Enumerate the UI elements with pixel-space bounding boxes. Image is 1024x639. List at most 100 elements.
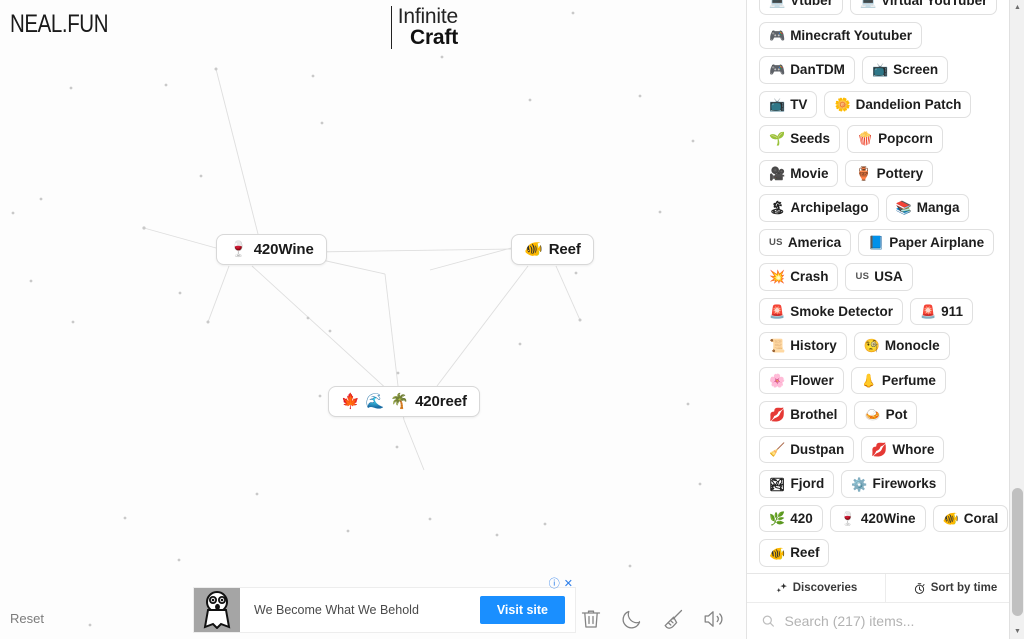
stopwatch-icon — [914, 582, 925, 594]
sidebar-item[interactable]: 🐠 Coral — [932, 504, 1009, 533]
item-emoji-icon: 📚 — [895, 200, 912, 216]
sidebar-item-label: Virtual YouTuber — [881, 0, 988, 9]
sidebar-item[interactable]: US USA — [845, 263, 913, 291]
sidebar-item[interactable]: 🧐 Monocle — [853, 332, 950, 360]
flag-icon: US — [855, 271, 870, 283]
node-emoji: 🌴 — [390, 393, 410, 410]
item-emoji-icon: 💻 — [859, 0, 877, 9]
sidebar-item[interactable]: 💻 Virtual YouTuber — [849, 0, 998, 15]
ad-thumbnail — [194, 588, 240, 632]
sidebar-item[interactable]: 💋 Whore — [861, 435, 945, 464]
sidebar-item-label: Fireworks — [872, 476, 937, 492]
sidebar-item[interactable]: 👃 Perfume — [850, 366, 946, 395]
sidebar-item[interactable]: 📺 TV — [759, 90, 818, 119]
ad-controls: ⓘ ✕ — [549, 579, 573, 590]
sidebar-item[interactable]: 📺 Screen — [861, 56, 949, 84]
scroll-down-arrow[interactable]: ▼ — [1010, 624, 1024, 639]
sidebar-item[interactable]: US America — [759, 228, 852, 257]
sidebar-item[interactable]: ⚙️ Fireworks — [841, 470, 947, 498]
ad-banner[interactable]: We Become What We Behold Visit site ⓘ ✕ — [193, 579, 576, 633]
ad-visit-site-button[interactable]: Visit site — [479, 596, 565, 624]
node-emoji: 🌊 — [365, 393, 385, 410]
sidebar-item[interactable]: 🌿 420 — [759, 504, 823, 533]
sidebar-item[interactable]: 📜 History — [759, 332, 847, 360]
scroll-up-arrow[interactable]: ▲ — [1010, 0, 1024, 15]
sidebar-item-label: Screen — [893, 62, 939, 78]
item-emoji-icon: 🌼 — [834, 96, 851, 112]
sidebar-item-label: Fjord — [790, 476, 825, 492]
neal-fun-logo[interactable]: NEAL.FUN — [10, 10, 109, 39]
sidebar-item[interactable]: 🎥 Movie — [759, 159, 839, 188]
sidebar-item[interactable]: 🎮 DanTDM — [759, 56, 855, 84]
canvas-node-reef[interactable]: 🐠 Reef — [511, 234, 594, 265]
item-emoji-icon: 🎥 — [769, 165, 786, 181]
sidebar-item[interactable]: 🧹 Dustpan — [759, 435, 855, 464]
sidebar-item[interactable]: 🌸 Flower — [759, 366, 844, 395]
sidebar-item-label: Brothel — [790, 407, 838, 423]
sidebar-item[interactable]: 🏝 Archipelago — [759, 194, 879, 222]
sidebar-item[interactable]: 🎮 Minecraft Youtuber — [759, 21, 922, 50]
search-input[interactable] — [784, 613, 1010, 629]
sidebar-item-label: Dandelion Patch — [855, 96, 962, 112]
item-emoji-icon: 🚨 — [769, 303, 786, 319]
tab-sort-by-time[interactable]: Sort by time — [885, 574, 1024, 602]
node-label: 420reef — [415, 393, 467, 410]
discovered-items-pane[interactable]: 👓Virtual Reality🌋Geysir📺Youtube👾VRChat💻V… — [747, 0, 1024, 573]
sidebar-item-label: 420Wine — [860, 510, 916, 526]
flag-icon: US — [769, 236, 783, 248]
sidebar-item[interactable]: 💻 Vtuber — [759, 0, 843, 15]
sidebar-item[interactable]: 🍿 Popcorn — [846, 125, 943, 153]
sidebar-item-label: Whore — [892, 441, 935, 457]
sidebar-item-label: America — [787, 234, 842, 250]
item-emoji-icon: 🎮 — [769, 27, 786, 43]
sidebar-item[interactable]: 📘 Paper Airplane — [858, 228, 995, 257]
item-emoji-icon: 💥 — [769, 269, 786, 285]
broom-icon[interactable] — [661, 607, 685, 631]
scrollbar-thumb[interactable] — [1012, 488, 1023, 616]
item-emoji-icon: 🏝 — [769, 200, 786, 216]
sidebar-item[interactable]: 📚 Manga — [885, 194, 970, 222]
item-emoji-icon: 🧹 — [769, 441, 786, 457]
ad-info-icon[interactable]: ⓘ — [549, 579, 560, 590]
sidebar-item[interactable]: 🍛 Pot — [854, 401, 918, 429]
sidebar-item-label: Pottery — [876, 165, 924, 181]
sound-icon[interactable] — [702, 607, 726, 631]
page-title: Infinite Craft — [390, 6, 458, 50]
canvas-node-reef420[interactable]: 🍁 🌊 🌴 420reef — [328, 386, 480, 417]
page-title-line-2: Craft — [409, 26, 458, 50]
sidebar-item-label: Popcorn — [878, 131, 933, 147]
sidebar-item[interactable]: 🚨 Smoke Detector — [759, 297, 903, 326]
sidebar-item[interactable]: 🏺 Pottery — [845, 159, 934, 188]
reset-button[interactable]: Reset — [10, 611, 44, 626]
tab-discoveries[interactable]: Discoveries — [747, 574, 885, 602]
canvas-node-wine[interactable]: 🍷 420Wine — [216, 234, 327, 265]
sidebar-item-label: Coral — [963, 510, 999, 526]
sidebar-item[interactable]: 💋 Brothel — [759, 401, 848, 429]
sidebar-item[interactable]: 🏞 Fjord — [759, 470, 835, 498]
ad-close-icon[interactable]: ✕ — [564, 579, 573, 590]
tab-sort-by-time-label: Sort by time — [930, 582, 998, 594]
crafting-canvas[interactable]: NEAL.FUN Infinite Craft 🍷 420Wine 🐠 Reef 🍁 🌊 🌴… — [0, 0, 746, 639]
search-row[interactable] — [747, 603, 1024, 639]
sidebar-item[interactable]: 🌼 Dandelion Patch — [824, 90, 972, 119]
item-emoji-icon: 🧐 — [863, 338, 880, 354]
sidebar-item[interactable]: 🚨 911 — [909, 297, 973, 326]
trash-icon[interactable] — [579, 607, 603, 631]
node-emoji: 🍷 — [229, 241, 248, 258]
item-emoji-icon: 💋 — [769, 407, 786, 423]
node-emoji: 🐠 — [524, 241, 543, 258]
sidebar-item[interactable]: 🍷 420Wine — [829, 504, 926, 533]
sidebar-item[interactable]: 🐠 Reef — [759, 539, 830, 567]
sidebar-item[interactable]: 🌱 Seeds — [759, 125, 840, 153]
node-emoji: 🍁 — [341, 393, 360, 410]
sidebar-item-label: Crash — [790, 269, 829, 285]
item-emoji-icon: ⚙️ — [851, 476, 868, 492]
sidebar-item[interactable]: 💥 Crash — [759, 263, 839, 291]
sidebar-item-label: Smoke Detector — [790, 303, 893, 319]
item-emoji-icon: 🌸 — [769, 372, 786, 388]
canvas-toolbar — [579, 607, 726, 631]
sidebar-item-label: Archipelago — [790, 200, 869, 216]
tab-discoveries-label: Discoveries — [792, 582, 858, 594]
sidebar-scrollbar[interactable]: ▲ ▼ — [1009, 0, 1024, 639]
moon-icon[interactable] — [620, 607, 644, 631]
